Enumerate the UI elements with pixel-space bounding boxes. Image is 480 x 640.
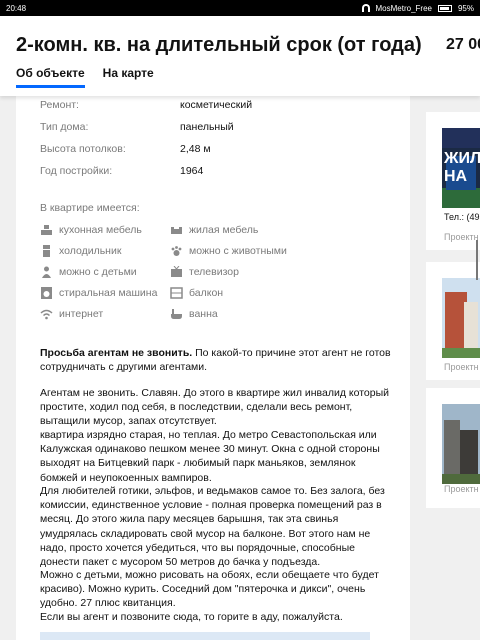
ad-image (442, 278, 480, 358)
sofa-icon (170, 224, 183, 236)
ad-project-label: Проектн (444, 484, 479, 494)
battery-level: 95% (457, 3, 474, 13)
detail-value: 2,48 м (180, 143, 211, 155)
description-paragraph: квартира изрядно старая, но теплая. До м… (40, 429, 380, 484)
wifi-icon (40, 308, 53, 320)
ad-project-label: Проектн (444, 232, 479, 242)
description-paragraph: Если вы агент и позвоните сюда, то горит… (40, 611, 343, 623)
ad-banner-text: ЖИЛ НА (444, 150, 480, 185)
listing-header: 2-комн. кв. на длительный срок (от года)… (0, 16, 480, 96)
amenity-fridge: холодильник (40, 245, 121, 257)
detail-value: панельный (180, 121, 234, 133)
status-bar: 20:48 MosMetro_Free 95% (0, 0, 480, 16)
amenity-label: ванна (189, 308, 218, 320)
ad-phone: Тел.: (495 (444, 212, 480, 222)
amenity-internet: интернет (40, 308, 103, 320)
battery-icon (437, 4, 452, 12)
tab-map[interactable]: На карте (103, 66, 154, 88)
listing-price: 27 00 (446, 36, 480, 53)
washer-icon (40, 287, 53, 299)
description-paragraph: Агентам не звонить. Славян. До этого в к… (40, 387, 389, 428)
agent-warning-bold: Просьба агентам не звонить. (40, 347, 193, 359)
detail-value: 1964 (180, 165, 204, 177)
amenities-title: В квартире имеется: (40, 202, 140, 214)
detail-key: Тип дома: (40, 121, 89, 133)
next-section-strip (40, 632, 370, 640)
amenity-tv: телевизор (170, 266, 239, 278)
tv-icon (170, 266, 183, 278)
amenity-label: интернет (59, 308, 104, 320)
amenity-washer: стиральная машина (40, 287, 157, 299)
amenity-label: можно с детьми (59, 266, 137, 278)
child-icon (40, 266, 53, 278)
description-paragraph: Для любителей готики, эльфов, и ведьмако… (40, 485, 385, 569)
bathtub-icon (170, 308, 183, 320)
balcony-icon (170, 287, 183, 299)
amenity-bathtub: ванна (170, 308, 218, 320)
ad-project-label: Проектн (444, 362, 479, 372)
kitchen-icon (40, 224, 53, 236)
fridge-icon (40, 245, 53, 257)
tab-bar: Об объекте На карте (16, 66, 154, 88)
listing-title: 2-комн. кв. на длительный срок (от года) (16, 34, 422, 56)
detail-key: Высота потолков: (40, 143, 126, 155)
detail-key: Ремонт: (40, 99, 79, 111)
wifi-status-icon (361, 4, 370, 12)
paw-icon (170, 245, 183, 257)
amenity-label: жилая мебель (189, 224, 259, 236)
amenity-children: можно с детьми (40, 266, 137, 278)
agent-warning: Просьба агентам не звонить. По какой-то … (40, 346, 395, 374)
status-time: 20:48 (6, 3, 27, 13)
amenity-label: можно с животными (189, 245, 287, 257)
amenity-balcony: балкон (170, 287, 223, 299)
amenity-living-furniture: жилая мебель (170, 224, 258, 236)
side-ad-card[interactable]: Проектн (426, 388, 480, 508)
side-ad-card[interactable]: ЖИЛ НА Тел.: (495 Проектн (426, 112, 480, 250)
amenity-kitchen: кухонная мебель (40, 224, 142, 236)
amenity-label: стиральная машина (59, 287, 158, 299)
network-name: MosMetro_Free (375, 3, 432, 13)
side-ad-card[interactable]: Проектн (426, 262, 480, 380)
amenity-label: балкон (189, 287, 224, 299)
listing-details-panel: Ремонт: косметический Тип дома: панельны… (16, 96, 410, 640)
detail-value: косметический (180, 99, 253, 111)
tab-about[interactable]: Об объекте (16, 66, 85, 88)
detail-key: Год постройки: (40, 165, 113, 177)
amenity-label: холодильник (59, 245, 122, 257)
scrollbar[interactable] (476, 240, 478, 280)
amenity-pets: можно с животными (170, 245, 287, 257)
description-paragraph: Можно с детьми, можно рисовать на обоях,… (40, 569, 379, 610)
ad-image (442, 404, 480, 484)
amenity-label: кухонная мебель (59, 224, 142, 236)
amenity-label: телевизор (189, 266, 239, 278)
